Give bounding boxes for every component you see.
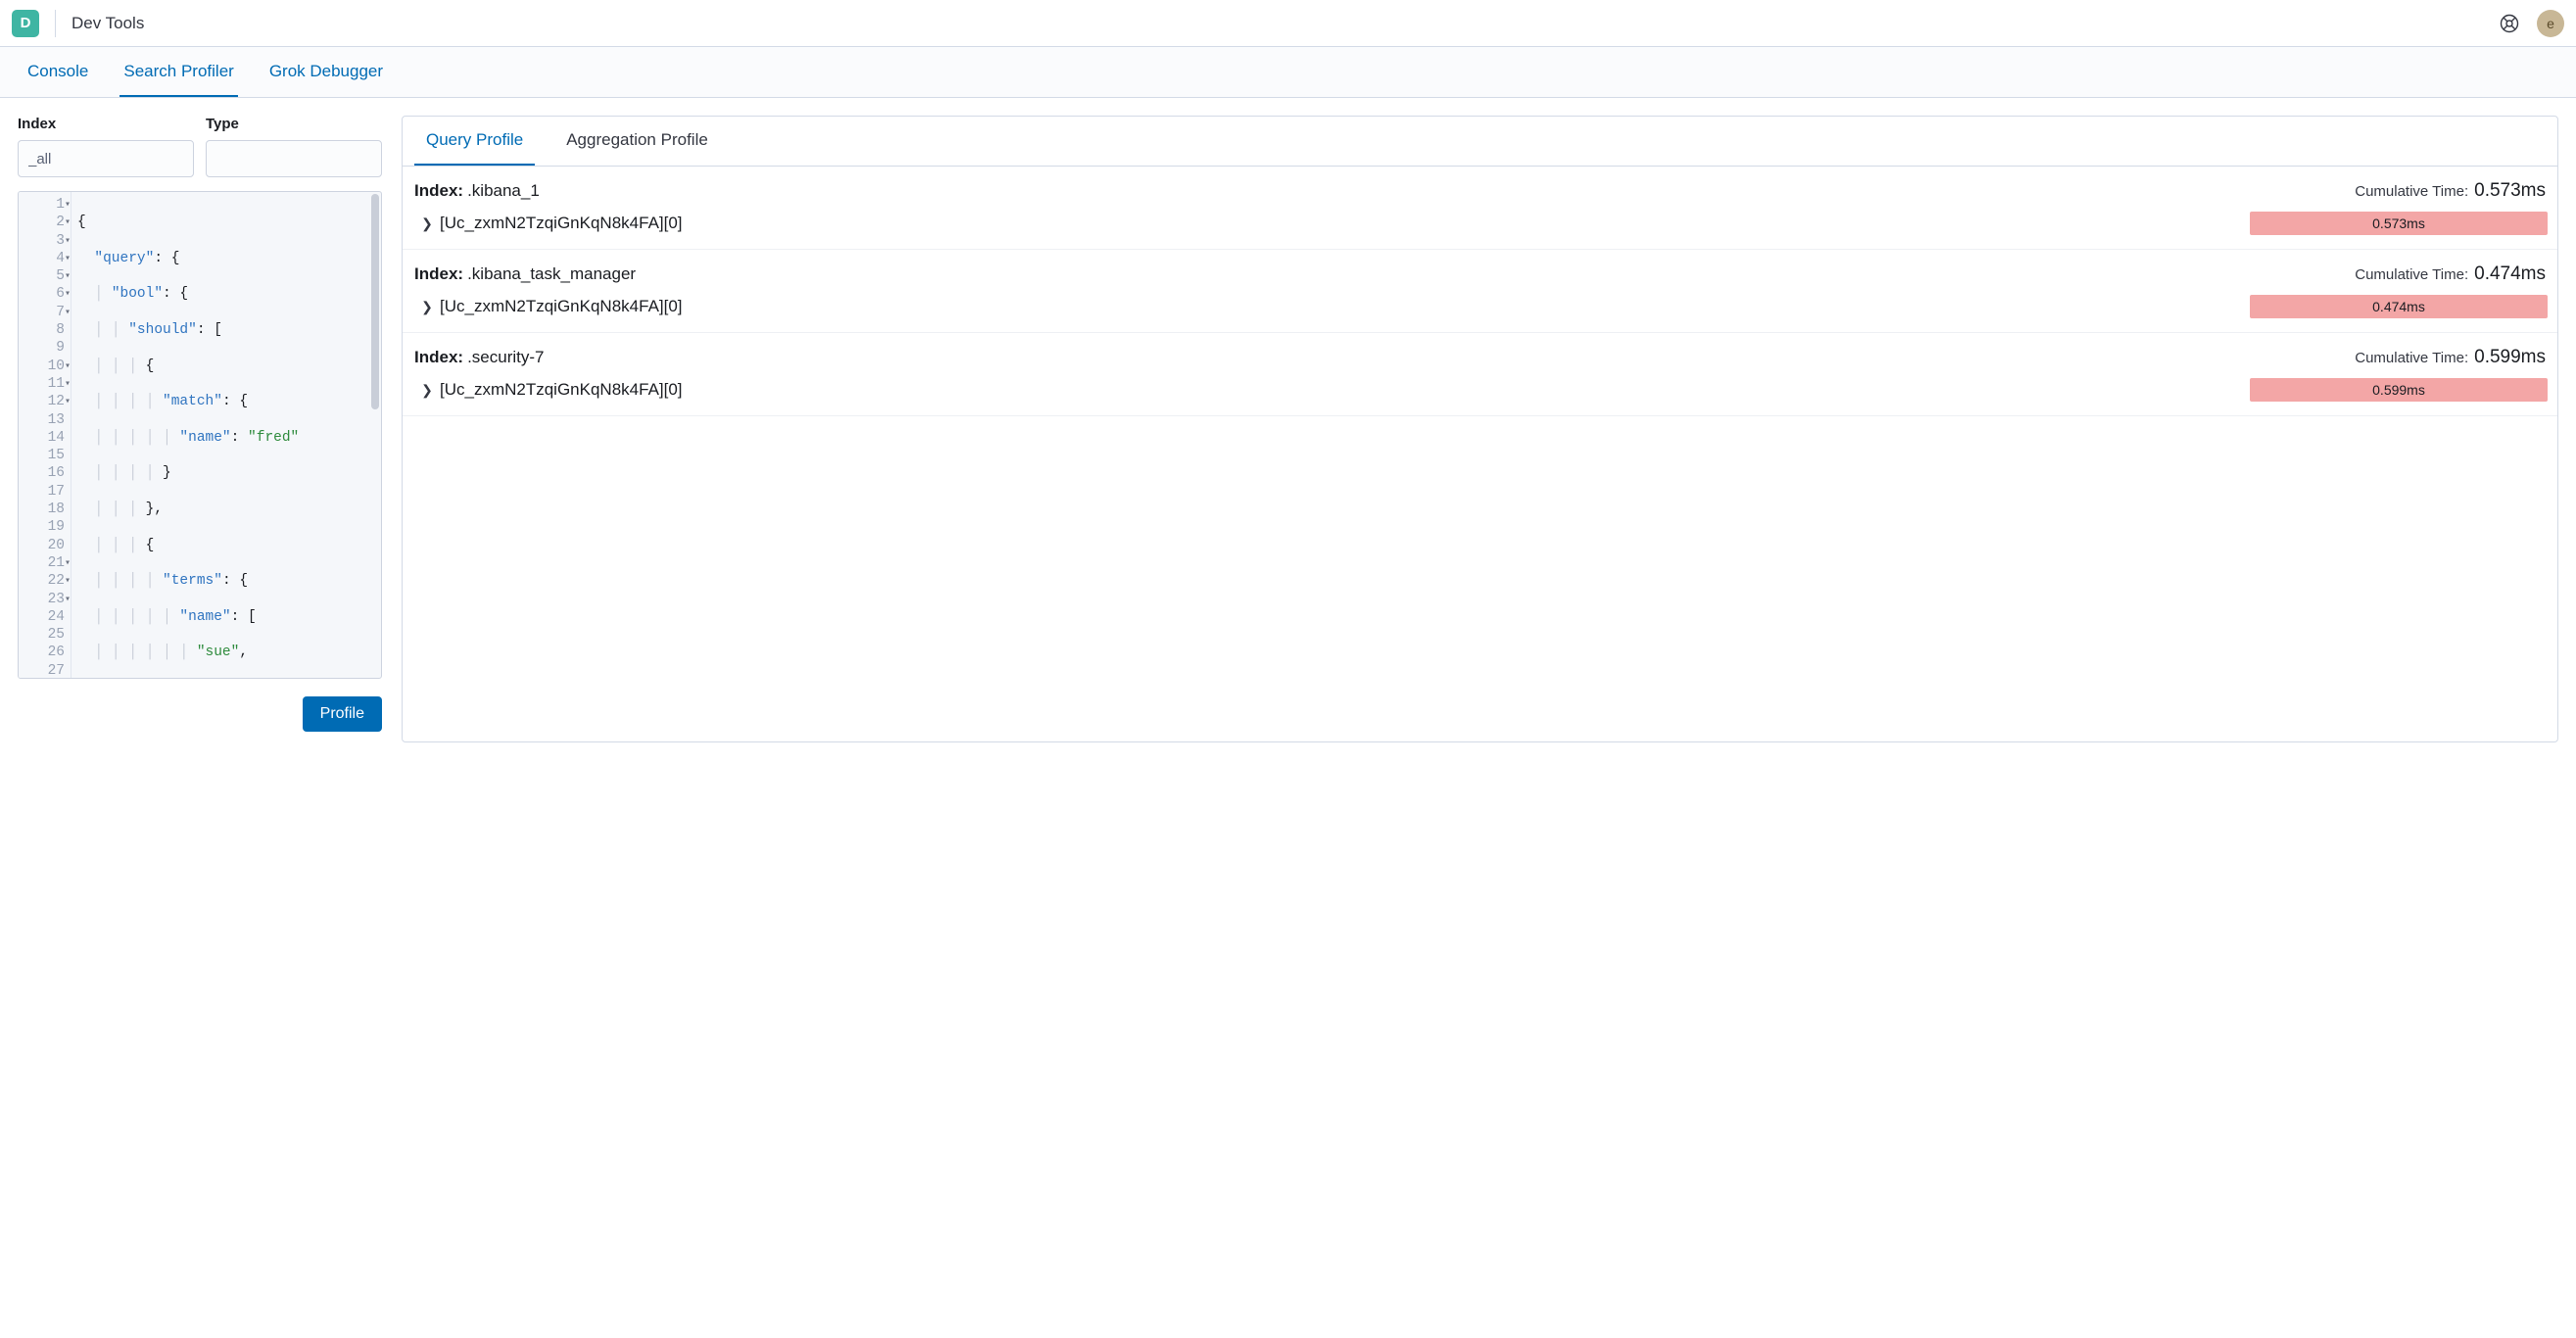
index-header: Index: .security-7 Cumulative Time: 0.599m… (412, 341, 2548, 374)
fold-toggle-icon[interactable]: ▾ (65, 233, 71, 251)
index-prefix-label: Index: (414, 181, 463, 201)
index-input[interactable] (18, 140, 194, 177)
app-title: Dev Tools (72, 14, 144, 33)
index-block: Index: .kibana_1Cumulative Time:0.573ms❯… (403, 167, 2557, 250)
editor-code[interactable]: { "query": { │ "bool": { │ │ "should": [… (72, 192, 381, 678)
dev-tools-tabs: Console Search Profiler Grok Debugger (0, 47, 2576, 98)
type-label: Type (206, 116, 382, 132)
index-name: .security-7 (467, 348, 544, 367)
cumulative-time-label: Cumulative Time: (2355, 183, 2468, 200)
index-prefix-label: Index: (414, 264, 463, 284)
fold-toggle-icon[interactable]: ▾ (65, 286, 71, 304)
editor-scrollbar[interactable] (369, 194, 379, 676)
query-editor[interactable]: 1▾2▾3▾4▾5▾6▾7▾8910▾11▾12▾131415161718192… (18, 191, 382, 679)
fold-toggle-icon[interactable]: ▾ (65, 592, 71, 609)
chevron-right-icon[interactable]: ❯ (418, 299, 436, 315)
cumulative-time-label: Cumulative Time: (2355, 350, 2468, 366)
fold-toggle-icon[interactable]: ▾ (65, 197, 71, 215)
fold-toggle-icon[interactable]: ▾ (65, 268, 71, 286)
fold-toggle-icon[interactable]: ▾ (65, 358, 71, 376)
index-prefix-label: Index: (414, 348, 463, 367)
shard-row: ❯[Uc_zxmN2TzqiGnKqN8k4FA][0] 0.573ms (412, 208, 2548, 237)
fold-toggle-icon[interactable]: ▾ (65, 376, 71, 394)
cumulative-time-value: 0.474ms (2474, 263, 2546, 285)
fold-toggle-icon[interactable]: ▾ (65, 305, 71, 322)
fold-toggle-icon[interactable]: ▾ (65, 251, 71, 268)
help-icon[interactable] (2498, 12, 2521, 35)
app-logo-badge[interactable]: D (12, 10, 39, 37)
cumulative-time-value: 0.573ms (2474, 180, 2546, 202)
chevron-right-icon[interactable]: ❯ (418, 382, 436, 399)
fold-toggle-icon[interactable]: ▾ (65, 394, 71, 411)
results-container: Index: .kibana_1Cumulative Time:0.573ms❯… (403, 167, 2557, 416)
shard-id[interactable]: [Uc_zxmN2TzqiGnKqN8k4FA][0] (440, 214, 683, 233)
shard-time-bar: 0.599ms (2250, 378, 2548, 402)
avatar[interactable]: e (2537, 10, 2564, 37)
type-input[interactable] (206, 140, 382, 177)
fold-toggle-icon[interactable]: ▾ (65, 555, 71, 573)
index-block: Index: .kibana_task_manager Cumulative Ti… (403, 250, 2557, 333)
tab-query-profile[interactable]: Query Profile (414, 117, 535, 166)
index-block: Index: .security-7 Cumulative Time: 0.599m… (403, 333, 2557, 416)
tab-grok-debugger[interactable]: Grok Debugger (265, 50, 387, 97)
shard-time-bar: 0.474ms (2250, 295, 2548, 318)
editor-gutter: 1▾2▾3▾4▾5▾6▾7▾8910▾11▾12▾131415161718192… (19, 192, 72, 678)
index-header: Index: .kibana_1 Cumulative Time: 0.573ms (412, 174, 2548, 208)
index-name: .kibana_task_manager (467, 264, 636, 284)
divider (55, 10, 56, 37)
profile-button[interactable]: Profile (303, 696, 382, 732)
result-tabs: Query Profile Aggregation Profile (403, 117, 2557, 167)
tab-console[interactable]: Console (24, 50, 92, 97)
chevron-right-icon[interactable]: ❯ (418, 215, 436, 232)
fold-toggle-icon[interactable]: ▾ (65, 215, 71, 232)
top-bar: D Dev Tools e (0, 0, 2576, 47)
shard-id[interactable]: [Uc_zxmN2TzqiGnKqN8k4FA][0] (440, 380, 683, 400)
shard-row: ❯[Uc_zxmN2TzqiGnKqN8k4FA][0] 0.599ms (412, 374, 2548, 404)
fold-toggle-icon[interactable]: ▾ (65, 573, 71, 591)
cumulative-time-label: Cumulative Time: (2355, 266, 2468, 283)
shard-id[interactable]: [Uc_zxmN2TzqiGnKqN8k4FA][0] (440, 297, 683, 316)
index-header: Index: .kibana_task_manager Cumulative Ti… (412, 258, 2548, 291)
tab-search-profiler[interactable]: Search Profiler (119, 50, 237, 97)
index-label: Index (18, 116, 194, 132)
index-name: .kibana_1 (467, 181, 540, 201)
shard-row: ❯[Uc_zxmN2TzqiGnKqN8k4FA][0] 0.474ms (412, 291, 2548, 320)
tab-aggregation-profile[interactable]: Aggregation Profile (554, 117, 720, 166)
cumulative-time-value: 0.599ms (2474, 347, 2546, 368)
shard-time-bar: 0.573ms (2250, 212, 2548, 235)
